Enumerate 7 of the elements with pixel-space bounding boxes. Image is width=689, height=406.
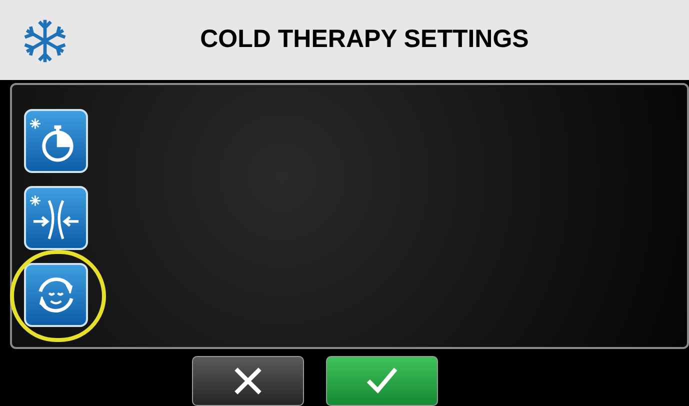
confirm-button[interactable] <box>326 356 438 406</box>
cancel-button[interactable] <box>192 356 304 406</box>
screen-title: COLD THERAPY SETTINGS <box>200 24 529 56</box>
setting-button[interactable] <box>24 109 88 173</box>
setting-button[interactable] <box>24 263 88 327</box>
setting-button[interactable] <box>24 186 88 250</box>
snowflake-icon <box>22 18 68 64</box>
